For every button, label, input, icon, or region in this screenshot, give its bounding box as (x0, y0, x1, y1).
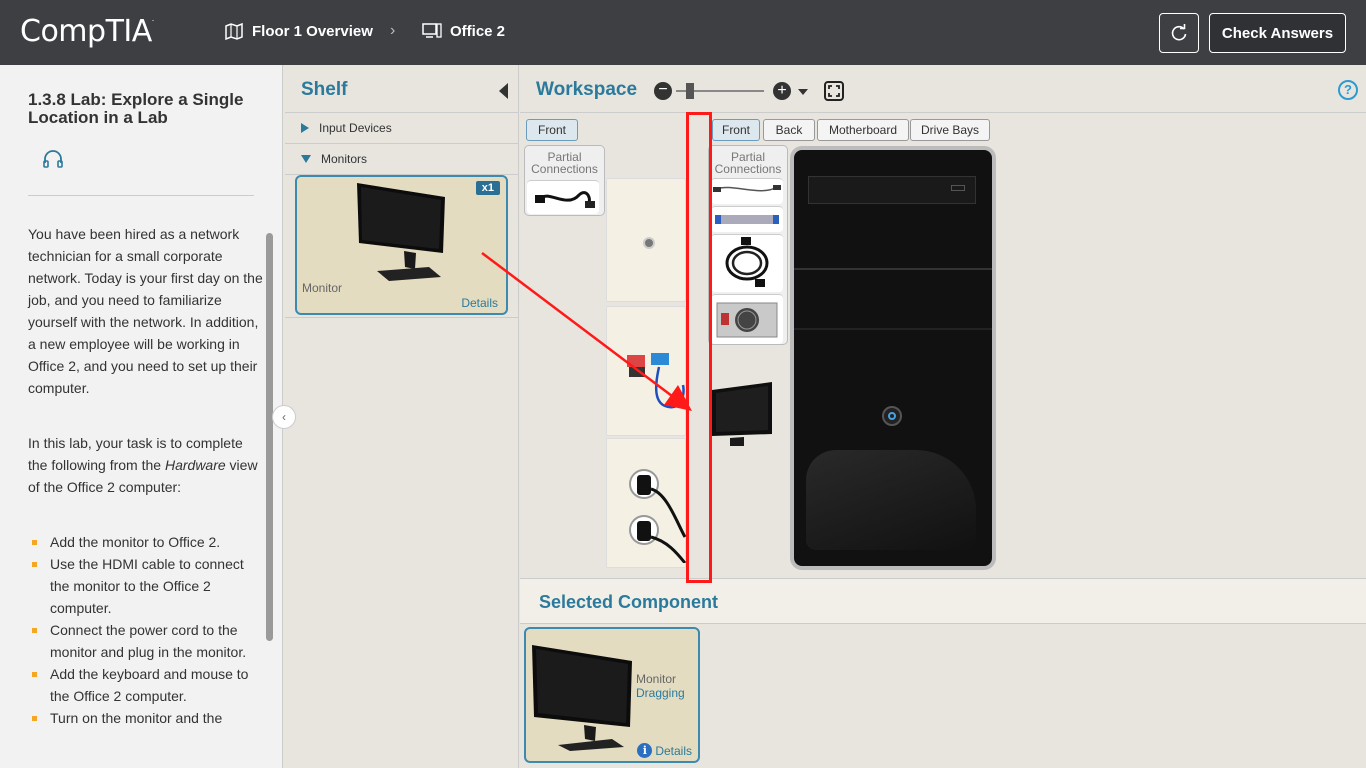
drag-arrow (481, 252, 692, 411)
refresh-icon (1171, 24, 1187, 41)
breadcrumb-office-label: Office 2 (450, 22, 506, 40)
divider (28, 195, 254, 196)
breadcrumb-floor[interactable]: Floor 1 Overview (224, 22, 373, 40)
case-seam (794, 328, 992, 330)
zoom-dropdown-icon[interactable] (798, 89, 808, 95)
instructions-scrollbar[interactable] (266, 233, 273, 641)
instructions-panel: 1.3.8 Lab: Explore a Single Location in … (0, 65, 283, 768)
intro-paragraph: You have been hired as a network technic… (28, 226, 263, 396)
workspace-header: Workspace − + ? (520, 65, 1366, 113)
lab-title: 1.3.8 Lab: Explore a Single Location in … (28, 90, 244, 127)
tab-wall-front[interactable]: Front (526, 119, 578, 141)
power-cord-image (535, 191, 595, 208)
shelf-collapse-icon[interactable] (499, 83, 508, 99)
tab-back[interactable]: Back (763, 119, 815, 141)
shelf-title: Shelf (301, 79, 348, 100)
shelf-panel: Shelf Input Devices Monitors x1 Monitor … (285, 65, 519, 768)
ribbon-cable-image (715, 215, 779, 224)
quantity-badge: x1 (475, 181, 500, 195)
shelf-category-monitors[interactable]: Monitors (285, 144, 518, 175)
pc-partial-connections: Partial Connections (708, 145, 788, 345)
help-icon[interactable]: ? (1338, 80, 1358, 100)
breadcrumb-separator: › (390, 22, 396, 39)
list-item: Use the HDMI cable to connect the monito… (28, 553, 264, 619)
power-cord-item[interactable] (527, 180, 599, 214)
item-label: Monitor (302, 281, 343, 295)
selected-component-name: Monitor (636, 672, 677, 686)
tab-motherboard[interactable]: Motherboard (817, 119, 909, 141)
list-item: Add the monitor to Office 2. (28, 531, 264, 553)
shelf-category-input-devices[interactable]: Input Devices (285, 113, 518, 144)
instructions-text: You have been hired as a network technic… (28, 223, 264, 729)
wall-partial-connections: Partial Connections (524, 145, 605, 216)
zoom-out-icon[interactable]: − (654, 82, 672, 100)
collapse-panel-button[interactable]: ‹ (272, 405, 296, 429)
collapse-icon (301, 155, 311, 163)
selected-component-card[interactable]: Monitor Dragging i Details (524, 627, 700, 763)
power-supply-item[interactable] (711, 294, 783, 344)
case-reflection (806, 450, 976, 550)
breadcrumb-office[interactable]: Office 2 (422, 22, 505, 40)
selected-component-status: Dragging (636, 686, 685, 700)
monitor-image (532, 645, 632, 751)
selected-component-header: Selected Component (520, 578, 1366, 624)
power-button[interactable] (882, 406, 902, 426)
reset-button[interactable] (1159, 13, 1199, 53)
pc-case[interactable] (790, 146, 996, 570)
zoom-slider-thumb[interactable] (686, 83, 694, 99)
dragged-monitor-image (712, 382, 772, 446)
wall-plate-power (606, 438, 687, 568)
list-item: Turn on the monitor and the (28, 707, 264, 729)
hdmi-cable-image (725, 237, 769, 287)
list-item: Add the keyboard and mouse to the Office… (28, 663, 264, 707)
computer-icon (422, 23, 442, 38)
case-seam (794, 268, 992, 270)
chevron-left-icon: ‹ (282, 410, 286, 424)
optical-drive[interactable] (808, 176, 976, 204)
list-item: Connect the power cord to the monitor an… (28, 619, 264, 663)
check-answers-button[interactable]: Check Answers (1209, 13, 1346, 53)
monitor-image (357, 183, 445, 281)
power-supply-image (716, 302, 778, 338)
breadcrumb-floor-label: Floor 1 Overview (252, 22, 373, 40)
category-label: Input Devices (319, 121, 392, 135)
partial-connections-label: Partial Connections (714, 150, 782, 176)
category-label: Monitors (321, 152, 368, 166)
partial-connections-label: Partial Connections (531, 150, 598, 176)
tab-drive-bays[interactable]: Drive Bays (910, 119, 990, 141)
fit-to-screen-icon[interactable] (824, 81, 844, 101)
selected-details-link[interactable]: i Details (637, 743, 692, 758)
expand-icon (301, 123, 309, 133)
sata-cable-image (713, 185, 781, 192)
cable-item[interactable] (711, 178, 783, 204)
info-icon: i (637, 743, 653, 758)
workspace-title: Workspace (536, 79, 638, 100)
map-icon (225, 22, 243, 40)
details-label: Details (655, 743, 692, 758)
tab-front[interactable]: Front (712, 119, 760, 141)
shelf-header: Shelf (285, 65, 518, 113)
task-list: Add the monitor to Office 2. Use the HDM… (28, 531, 264, 729)
selected-component-area: Monitor Dragging i Details (520, 625, 1366, 768)
zoom-in-icon[interactable]: + (773, 82, 791, 100)
task-intro-paragraph: In this lab, your task is to complete th… (28, 435, 258, 495)
comptia-logo: CompTIA. (20, 14, 154, 49)
power-cables (650, 487, 687, 563)
hdmi-cable-item[interactable] (711, 234, 783, 292)
selected-component-title: Selected Component (539, 592, 719, 612)
headphones-icon[interactable] (42, 149, 64, 169)
top-bar: CompTIA. Floor 1 Overview › Office 2 Che… (0, 0, 1366, 65)
ribbon-cable-item[interactable] (711, 206, 783, 232)
